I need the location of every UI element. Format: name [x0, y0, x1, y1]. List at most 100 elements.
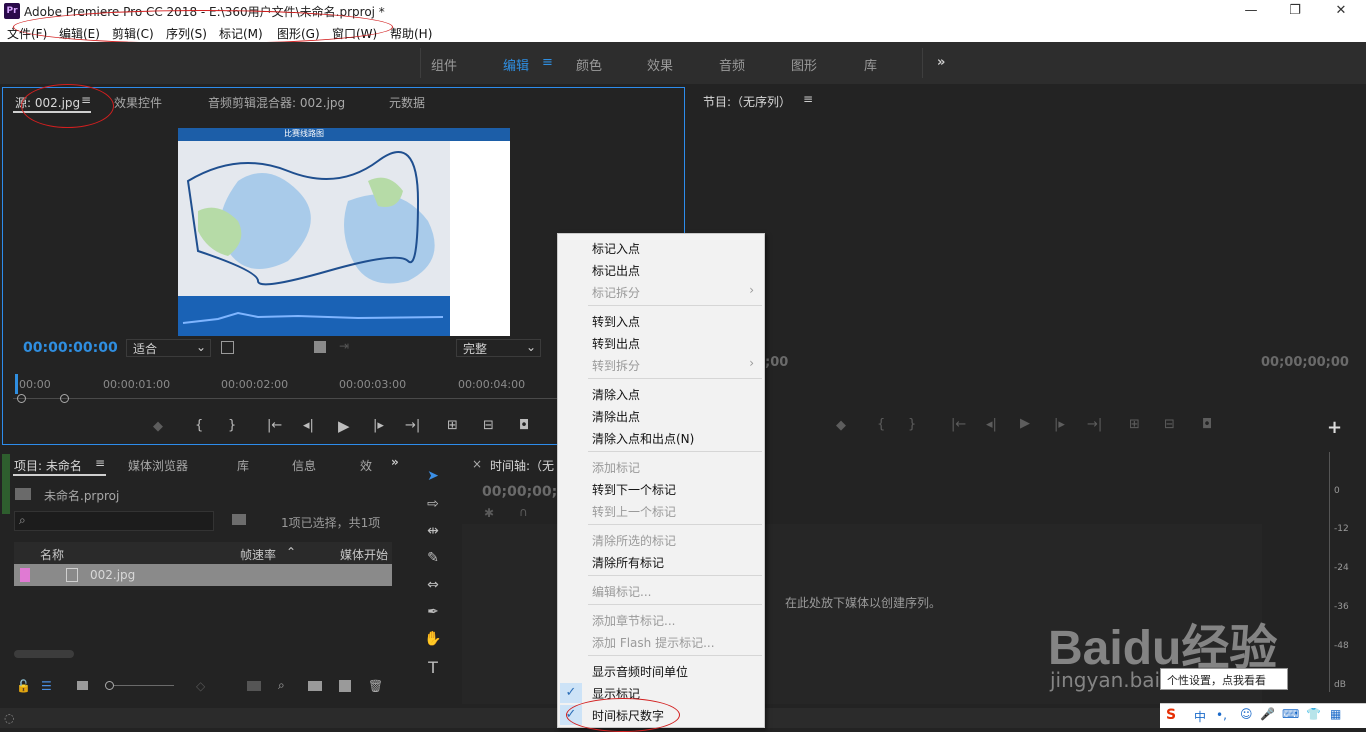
camera-icon[interactable]: ◘	[1202, 417, 1212, 432]
lock-icon[interactable]: 🔓	[16, 679, 31, 693]
new-item-icon[interactable]	[339, 680, 351, 692]
menu-item-clear-all-markers[interactable]: 清除所有标记	[592, 554, 664, 571]
column-name[interactable]: 名称	[40, 546, 64, 563]
play-icon[interactable]: ▶	[338, 417, 350, 435]
menu-item-edit-marker[interactable]: 编辑标记...	[592, 583, 651, 600]
menu-item-add-marker[interactable]: 添加标记	[592, 459, 640, 476]
workspace-tab-effects[interactable]: 效果	[647, 55, 673, 74]
horizontal-scrollbar[interactable]	[14, 650, 74, 658]
step-forward-icon[interactable]: |▸	[373, 418, 384, 433]
more-tabs-icon[interactable]: »	[391, 455, 399, 469]
settings-icon[interactable]	[314, 341, 326, 353]
workspace-tab-editing[interactable]: 编辑	[503, 55, 529, 74]
menu-item-add-chapter-marker[interactable]: 添加章节标记...	[592, 612, 675, 629]
tab-libraries[interactable]: 库	[237, 457, 249, 474]
maximize-button[interactable]: ❐	[1272, 0, 1318, 22]
step-back-icon[interactable]: ◂|	[986, 417, 997, 432]
snap-icon[interactable]: ✱	[484, 506, 494, 520]
close-tab-icon[interactable]: ×	[472, 457, 482, 471]
type-tool-icon[interactable]: T	[420, 658, 446, 680]
menu-item-mark-out[interactable]: 标记出点	[592, 262, 640, 279]
ime-language-icon[interactable]: 中	[1194, 708, 1206, 725]
add-marker-icon[interactable]: ◆	[836, 418, 846, 433]
icon-view-icon[interactable]	[77, 681, 88, 690]
new-bin-icon[interactable]	[308, 681, 322, 691]
zoom-handle-left[interactable]	[17, 394, 26, 403]
tab-metadata[interactable]: 元数据	[389, 94, 425, 111]
workspace-tab-graphics[interactable]: 图形	[791, 55, 817, 74]
menu-item-go-to-split[interactable]: 转到拆分	[592, 357, 640, 374]
safe-margins-icon[interactable]	[221, 341, 234, 354]
workspace-tab-audio[interactable]: 音频	[719, 55, 745, 74]
hand-tool-icon[interactable]: ✋	[420, 631, 446, 653]
tab-media-browser[interactable]: 媒体浏览器	[128, 457, 188, 474]
menu-item-mark-split[interactable]: 标记拆分	[592, 284, 640, 301]
extract-icon[interactable]: ⊟	[1164, 417, 1175, 432]
workspace-menu-icon[interactable]: ≡	[542, 55, 553, 70]
zoom-handle-right[interactable]	[60, 394, 69, 403]
menu-item-clear-in[interactable]: 清除入点	[592, 386, 640, 403]
slip-tool-icon[interactable]: ⇔	[420, 577, 446, 599]
track-select-tool-icon[interactable]: ⇨	[420, 496, 446, 518]
search-input[interactable]: ⌕	[14, 511, 214, 531]
menu-item-add-flash-cue-marker[interactable]: 添加 Flash 提示标记...	[592, 634, 715, 651]
automate-to-sequence-icon[interactable]	[247, 681, 261, 691]
drag-video-icon[interactable]: ⇥	[339, 339, 349, 353]
source-timecode[interactable]: 00:00:00:00	[23, 340, 118, 356]
overwrite-icon[interactable]: ⊟	[483, 418, 494, 433]
sogou-icon[interactable]: S	[1166, 707, 1176, 723]
sort-icon[interactable]: ◇	[196, 679, 205, 693]
mark-in-icon[interactable]: {	[877, 417, 885, 432]
tab-audio-clip-mixer[interactable]: 音频剪辑混合器: 002.jpg	[208, 94, 345, 111]
menu-item-clear-out[interactable]: 清除出点	[592, 408, 640, 425]
zoom-select[interactable]: 适合 ⌄	[126, 339, 211, 357]
panel-menu-icon[interactable]: ≡	[803, 92, 813, 106]
close-button[interactable]: ✕	[1318, 0, 1364, 22]
add-button[interactable]: +	[1327, 417, 1342, 438]
step-forward-icon[interactable]: |▸	[1054, 417, 1065, 432]
go-to-out-icon[interactable]: →|	[405, 418, 420, 433]
timeline-timecode[interactable]: 00;00;00;0	[482, 484, 567, 500]
menu-item-next-marker[interactable]: 转到下一个标记	[592, 481, 676, 498]
more-workspaces-icon[interactable]: »	[937, 55, 945, 70]
menu-item-show-audio-time-units[interactable]: 显示音频时间单位	[592, 663, 688, 680]
menu-item-clear-selected-markers[interactable]: 清除所选的标记	[592, 532, 676, 549]
tab-timeline[interactable]: 时间轴:（无	[490, 457, 554, 474]
menu-item-go-to-out[interactable]: 转到出点	[592, 335, 640, 352]
emoji-icon[interactable]: ☺	[1240, 707, 1253, 721]
lift-icon[interactable]: ⊞	[1129, 417, 1140, 432]
menu-item-previous-marker[interactable]: 转到上一个标记	[592, 503, 676, 520]
play-icon[interactable]: ▶	[1020, 416, 1030, 431]
workspace-tab-libraries[interactable]: 库	[864, 55, 877, 74]
mark-out-icon[interactable]: }	[908, 417, 916, 432]
panel-menu-icon[interactable]: ≡	[95, 456, 105, 470]
column-frame-rate[interactable]: 帧速率	[240, 546, 276, 563]
menu-help[interactable]: 帮助(H)	[390, 25, 432, 42]
zoom-slider[interactable]	[114, 685, 174, 686]
list-view-icon[interactable]: ☰	[41, 679, 52, 693]
resolution-select[interactable]: 完整 ⌄	[456, 339, 541, 357]
mark-in-icon[interactable]: {	[195, 418, 203, 433]
program-timecode-left[interactable]: ;00	[765, 355, 788, 370]
add-marker-icon[interactable]: ◆	[153, 419, 163, 434]
trash-icon[interactable]: 🗑	[368, 679, 383, 693]
mark-out-icon[interactable]: }	[228, 418, 236, 433]
punctuation-icon[interactable]: •,	[1216, 708, 1227, 722]
source-time-ruler[interactable]: 00:00 00:00:01:00 00:00:02:00 00:00:03:0…	[13, 374, 558, 404]
menu-item-clear-in-out[interactable]: 清除入点和出点(N)	[592, 430, 694, 447]
insert-icon[interactable]: ⊞	[447, 418, 458, 433]
find-icon[interactable]: ⌕	[278, 678, 285, 693]
tab-effects[interactable]: 效	[360, 457, 372, 474]
workspace-tab-assembly[interactable]: 组件	[431, 55, 457, 74]
go-to-in-icon[interactable]: |←	[951, 417, 966, 432]
tab-effect-controls[interactable]: 效果控件	[114, 94, 162, 111]
keyboard-icon[interactable]: ⌨	[1282, 707, 1299, 721]
zoom-slider-handle[interactable]	[105, 681, 114, 690]
list-item[interactable]: 002.jpg	[14, 564, 392, 586]
minimize-button[interactable]: —	[1228, 0, 1274, 22]
tab-program[interactable]: 节目:（无序列）	[703, 93, 791, 110]
camera-icon[interactable]: ◘	[519, 418, 529, 433]
go-to-out-icon[interactable]: →|	[1087, 417, 1102, 432]
menu-item-go-to-in[interactable]: 转到入点	[592, 313, 640, 330]
workspace-tab-color[interactable]: 颜色	[576, 55, 602, 74]
